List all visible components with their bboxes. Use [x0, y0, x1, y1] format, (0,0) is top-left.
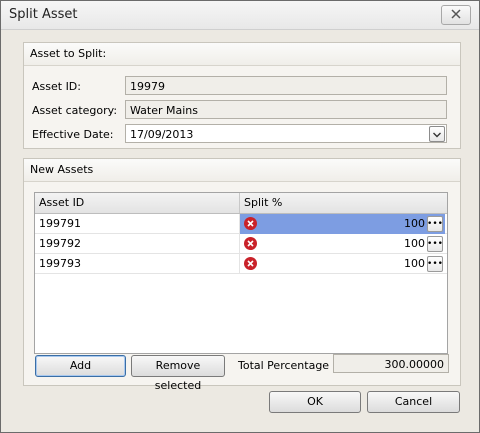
asset-category-label: Asset category:: [32, 104, 118, 117]
new-assets-panel: New Assets Asset ID Split % 199791 100 •…: [23, 158, 461, 392]
window-title: Split Asset: [9, 7, 78, 22]
asset-id-cell[interactable]: 199792: [35, 234, 240, 254]
split-percent-cell[interactable]: 100 •••: [240, 254, 445, 274]
error-icon: [244, 237, 257, 250]
split-asset-dialog: Split Asset Asset to Split: Asset ID: 19…: [0, 0, 480, 433]
effective-date-label: Effective Date:: [32, 128, 114, 141]
split-percent-value: 100: [404, 217, 425, 230]
total-percentage-field: 300.00000: [333, 354, 449, 373]
column-header-asset-id[interactable]: Asset ID: [35, 193, 240, 213]
table-row[interactable]: 199793 100 •••: [35, 254, 447, 274]
asset-to-split-header: Asset to Split:: [24, 43, 460, 66]
table-row[interactable]: 199791 100 •••: [35, 214, 447, 234]
add-button[interactable]: Add: [35, 355, 126, 377]
total-percentage-value: 300.00000: [384, 358, 445, 371]
cancel-button[interactable]: Cancel: [367, 391, 460, 413]
split-percent-value: 100: [404, 237, 425, 250]
close-icon: [451, 8, 461, 22]
ok-button[interactable]: OK: [269, 391, 361, 413]
grid-header: Asset ID Split %: [35, 193, 447, 214]
split-percent-value: 100: [404, 257, 425, 270]
ellipsis-button[interactable]: •••: [427, 256, 443, 272]
split-percent-cell[interactable]: 100 •••: [240, 214, 445, 234]
effective-date-value: 17/09/2013: [130, 128, 194, 141]
column-header-split-percent[interactable]: Split %: [240, 193, 445, 213]
date-dropdown-button[interactable]: [429, 126, 445, 142]
effective-date-field[interactable]: 17/09/2013: [125, 124, 447, 143]
asset-id-cell[interactable]: 199791: [35, 214, 240, 234]
total-percentage-label: Total Percentage :: [238, 359, 337, 372]
asset-id-cell[interactable]: 199793: [35, 254, 240, 274]
asset-to-split-panel: Asset to Split: Asset ID: 19979 Asset ca…: [23, 42, 461, 149]
split-percent-cell[interactable]: 100 •••: [240, 234, 445, 254]
error-icon: [244, 257, 257, 270]
new-assets-header: New Assets: [24, 159, 460, 182]
ellipsis-button[interactable]: •••: [427, 236, 443, 252]
error-icon: [244, 217, 257, 230]
asset-category-field: Water Mains: [125, 100, 447, 119]
asset-id-label: Asset ID:: [32, 80, 81, 93]
asset-id-field: 19979: [125, 76, 447, 95]
new-assets-grid[interactable]: Asset ID Split % 199791 100 ••• 199792 1…: [34, 192, 448, 354]
ellipsis-button[interactable]: •••: [427, 216, 443, 232]
remove-selected-button[interactable]: Remove selected: [131, 355, 225, 392]
title-bar: Split Asset: [1, 1, 479, 30]
close-button[interactable]: [441, 5, 471, 25]
table-row[interactable]: 199792 100 •••: [35, 234, 447, 254]
chevron-down-icon: [433, 125, 441, 144]
